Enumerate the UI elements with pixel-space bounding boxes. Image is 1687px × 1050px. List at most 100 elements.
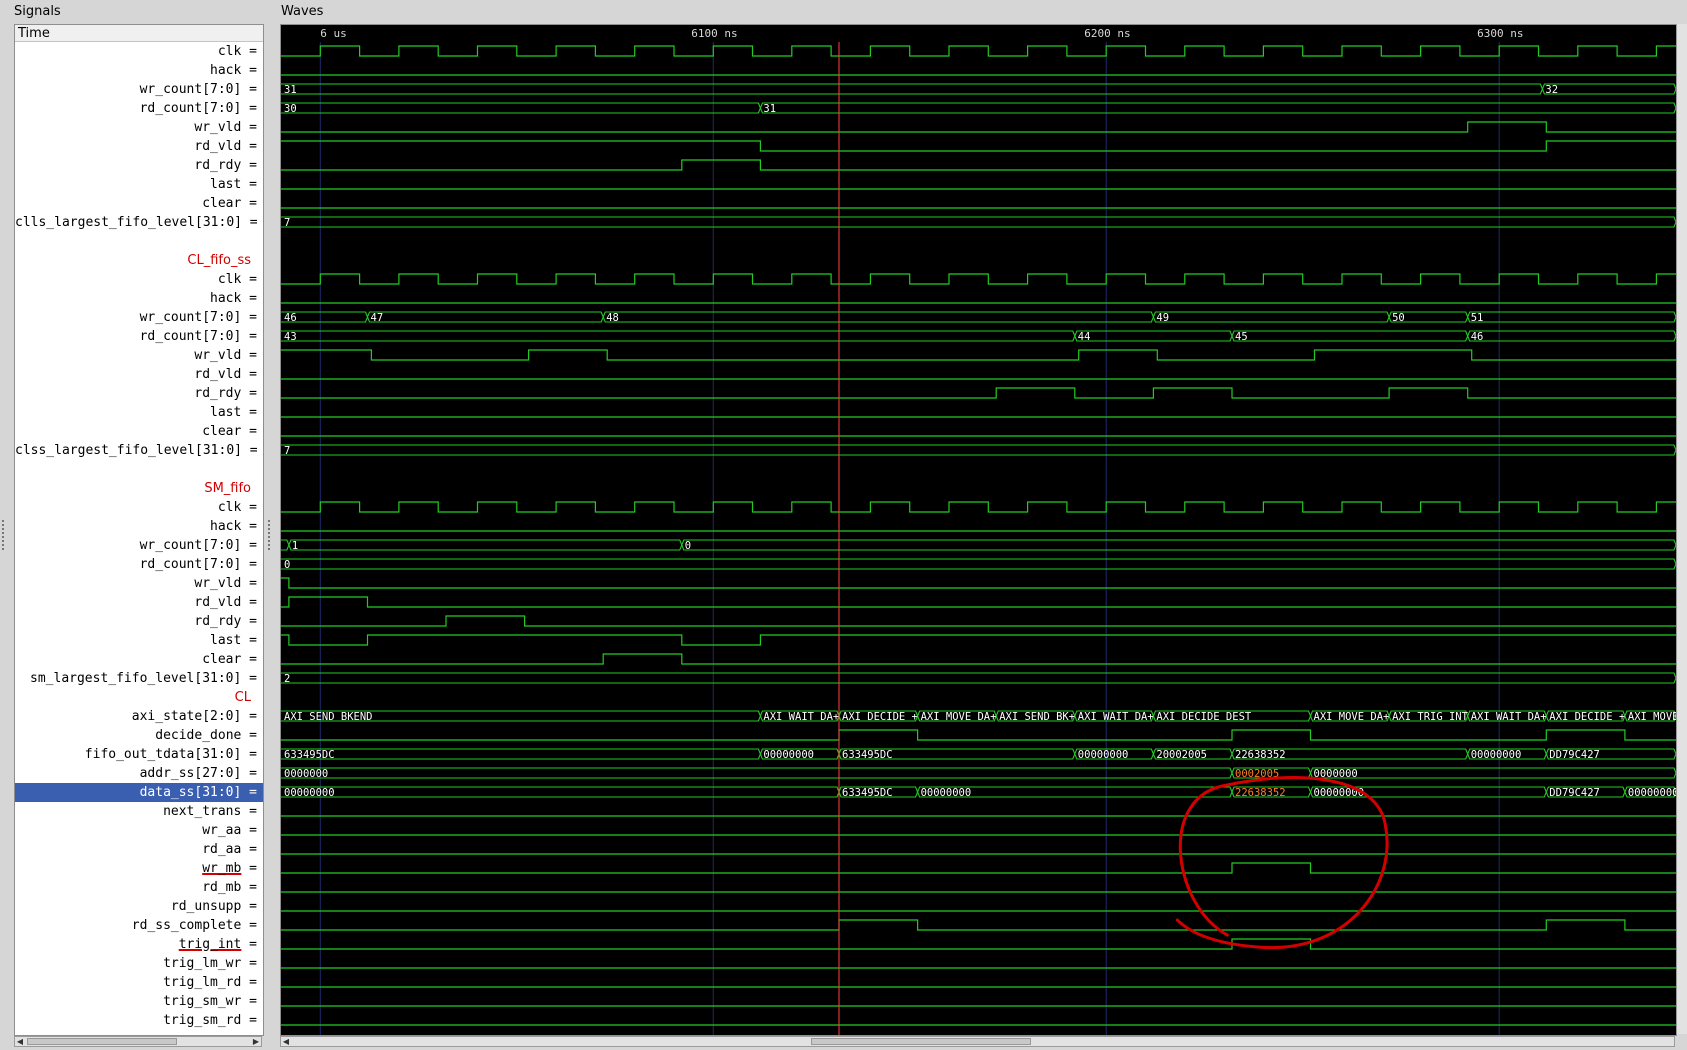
signal-name-row[interactable]: clk = [15,42,263,61]
signal-name-row[interactable]: rd_vld = [15,137,263,156]
signal-name-row[interactable]: rd_vld = [15,593,263,612]
signal-name-row[interactable]: clk = [15,498,263,517]
signal-name-row[interactable]: last = [15,631,263,650]
waves-scroll-thumb[interactable] [811,1038,1031,1045]
signal-name-row[interactable]: last = [15,175,263,194]
waveform-canvas[interactable]: 6 us 6100 ns 6200 ns 6300 ns 31 32 30 31 7 46 47 48… [281,25,1676,1035]
signal-name-row[interactable]: hack = [15,289,263,308]
signal-name-row[interactable]: wr_vld = [15,346,263,365]
signals-panel[interactable]: Time clk = hack = wr_count[7:0] = rd_count[… [14,24,264,1036]
signal-group-label[interactable]: CL [15,688,263,707]
signal-name-row[interactable]: rd_rdy = [15,612,263,631]
signal-name-row[interactable]: fifo_out_tdata[31:0] = [15,745,263,764]
time-ruler[interactable] [281,25,1676,42]
bus-segment [281,786,840,798]
bus-value-label: 00000000 [921,787,972,799]
signals-scroll-thumb[interactable] [27,1038,177,1045]
signal-name-row[interactable]: rd_aa = [15,840,263,859]
signal-equals-sign: = [241,823,257,838]
signal-name-row[interactable]: clss_largest_fifo_level[31:0] = [15,441,263,460]
bus-segment [366,311,604,323]
scroll-right-arrow-icon[interactable]: ▶ [251,1037,261,1046]
signal-name-row[interactable]: trig_lm_rd = [15,973,263,992]
signal-name: wr_mb [202,861,242,876]
signal-name-row[interactable]: last = [15,403,263,422]
signal-equals-sign: = [241,120,257,135]
signal-name-row[interactable]: hack = [15,517,263,536]
signal-name-row[interactable]: axi_state[2:0] = [15,707,263,726]
signal-equals-sign: = [241,367,257,382]
signal-name-row[interactable]: rd_rdy = [15,384,263,403]
signal-equals-sign: = [241,956,257,971]
signal-name: clss_largest_fifo_level[31:0] [15,443,242,458]
signal-name: last [210,177,242,192]
bus-value-label: AXI WAIT DA+ [1078,711,1154,723]
signal-equals-sign: = [241,538,257,553]
signal-name: trig_int [178,937,242,952]
signal-name: rd_unsupp [170,899,242,914]
signal-name-row[interactable]: clear = [15,194,263,213]
signal-name-row[interactable]: wr_vld = [15,574,263,593]
signals-horizontal-scrollbar[interactable]: ◀ ▶ [14,1036,262,1047]
signal-name-row[interactable]: data_ss[31:0] = [15,783,263,802]
signal-name: clear [202,196,242,211]
signal-name: rd_mb [202,880,242,895]
signal-name-row[interactable]: trig_sm_rd = [15,1011,263,1030]
signal-name-row[interactable]: wr_mb = [15,859,263,878]
signal-name-row[interactable]: clear = [15,422,263,441]
waves-vertical-scrollbar[interactable] [1676,24,1687,1034]
signal-name-row[interactable]: rd_count[7:0] = [15,327,263,346]
signal-name-row[interactable]: decide_done = [15,726,263,745]
waves-horizontal-scrollbar[interactable]: ◀ [280,1036,1675,1047]
signal-equals-sign: = [241,785,257,800]
signal-name: wr_vld [194,120,242,135]
bus-value-label: AXI MOVE DA+ [921,711,997,723]
scroll-left-arrow-icon[interactable]: ◀ [281,1037,291,1046]
signal-equals-sign: = [241,975,257,990]
signal-name-row[interactable]: wr_aa = [15,821,263,840]
signal-name-row[interactable]: wr_vld = [15,118,263,137]
signal-name-row[interactable]: wr_count[7:0] = [15,536,263,555]
signal-name-row[interactable]: clear = [15,650,263,669]
signal-name-row[interactable]: wr_count[7:0] = [15,80,263,99]
signal-name: rd_ss_complete [131,918,242,933]
signal-group-label[interactable]: CL_fifo_ss [15,251,263,270]
signal-name-row[interactable]: addr_ss[27:0] = [15,764,263,783]
bus-value-label: 47 [371,312,384,324]
bus-value-label: 31 [284,84,297,96]
signal-name-row[interactable]: trig_lm_wr = [15,954,263,973]
signal-name-row[interactable]: rd_rdy = [15,156,263,175]
signal-equals-sign: = [241,44,257,59]
waves-panel[interactable]: 6 us 6100 ns 6200 ns 6300 ns 31 32 30 31 7 46 47 48… [280,24,1677,1036]
signal-name-row[interactable]: trig_sm_wr = [15,992,263,1011]
signal-name-row[interactable]: clk = [15,270,263,289]
signal-name-row[interactable]: rd_mb = [15,878,263,897]
scroll-left-arrow-icon[interactable]: ◀ [15,1037,25,1046]
signal-name-row[interactable]: rd_count[7:0] = [15,99,263,118]
signal-name-row[interactable]: rd_vld = [15,365,263,384]
left-splitter-grip[interactable] [2,520,8,550]
signal-name-row[interactable]: rd_ss_complete = [15,916,263,935]
bus-value-label: 633495DC [284,749,335,761]
signal-name-row[interactable]: next_trans = [15,802,263,821]
signal-name: wr_count[7:0] [139,82,242,97]
signal-name-row[interactable]: clls_largest_fifo_level[31:0] = [15,213,263,232]
bit-waveform [281,862,1676,874]
signal-name: trig_lm_rd [163,975,242,990]
bus-segment [1074,330,1233,342]
bus-value-label: AXI SEND BK+ [999,711,1075,723]
signal-name-row[interactable]: sm_largest_fifo_level[31:0] = [15,669,263,688]
signal-name-row[interactable]: rd_unsupp = [15,897,263,916]
signal-equals-sign: = [241,424,257,439]
signal-name: rd_rdy [194,614,242,629]
signal-name-row[interactable]: trig_int = [15,935,263,954]
signal-name-row[interactable]: wr_count[7:0] = [15,308,263,327]
middle-splitter-grip[interactable] [268,520,274,550]
signal-name-row[interactable]: hack = [15,61,263,80]
clock-waveform [281,45,1676,57]
signal-equals-sign: = [241,880,257,895]
signal-name-row[interactable]: rd_count[7:0] = [15,555,263,574]
bit-waveform [281,121,1676,133]
signal-group-label[interactable]: SM_fifo [15,479,263,498]
bus-value-label: 2 [284,673,290,685]
